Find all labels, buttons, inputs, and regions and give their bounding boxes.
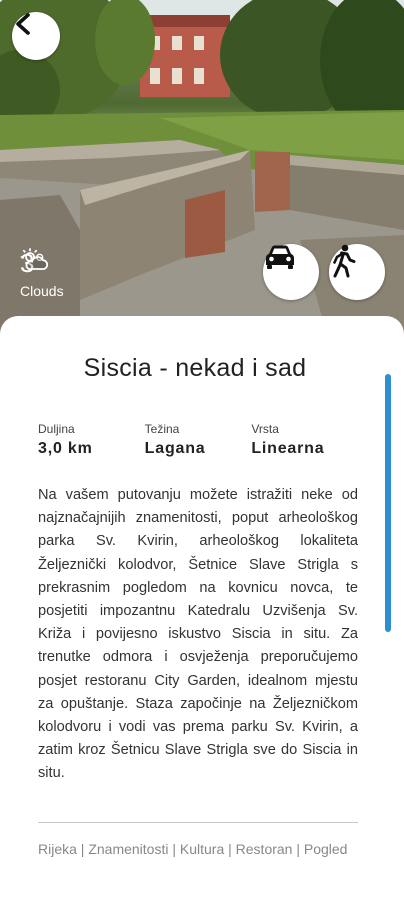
car-icon (266, 245, 294, 269)
stat-label: Vrsta (251, 422, 279, 436)
route-tags: Rijeka | Znamenitosti | Kultura | Restor… (38, 841, 348, 857)
route-stats: Duljina 3,0 km Težina Lagana Vrsta Linea… (38, 422, 358, 458)
weather-widget: 3° Clouds (20, 248, 64, 299)
back-button[interactable] (12, 12, 60, 60)
stat-value: Linearna (251, 440, 325, 457)
route-description: Na vašem putovanju možete istražiti neke… (38, 487, 358, 782)
stat-type: Vrsta Linearna (251, 422, 358, 458)
route-title: Siscia - nekad i sad (83, 354, 307, 382)
drive-mode-button[interactable] (263, 244, 319, 300)
chevron-left-icon (16, 13, 30, 35)
divider (38, 822, 358, 823)
stat-difficulty: Težina Lagana (145, 422, 252, 458)
stat-value: Lagana (144, 440, 206, 457)
stat-label: Težina (144, 422, 180, 436)
route-details-sheet: Siscia - nekad i sad Duljina 3,0 km Teži… (0, 316, 404, 900)
partly-cloudy-icon (20, 248, 49, 270)
weather-condition: Clouds (20, 283, 64, 299)
hero-photo: 3° Clouds (0, 0, 404, 345)
stat-label: Duljina (38, 422, 75, 436)
walking-icon (333, 244, 356, 278)
scrollbar[interactable] (385, 374, 391, 632)
stat-length: Duljina 3,0 km (38, 422, 145, 458)
stat-value: 3,0 km (38, 440, 93, 457)
walk-mode-button[interactable] (329, 244, 385, 300)
